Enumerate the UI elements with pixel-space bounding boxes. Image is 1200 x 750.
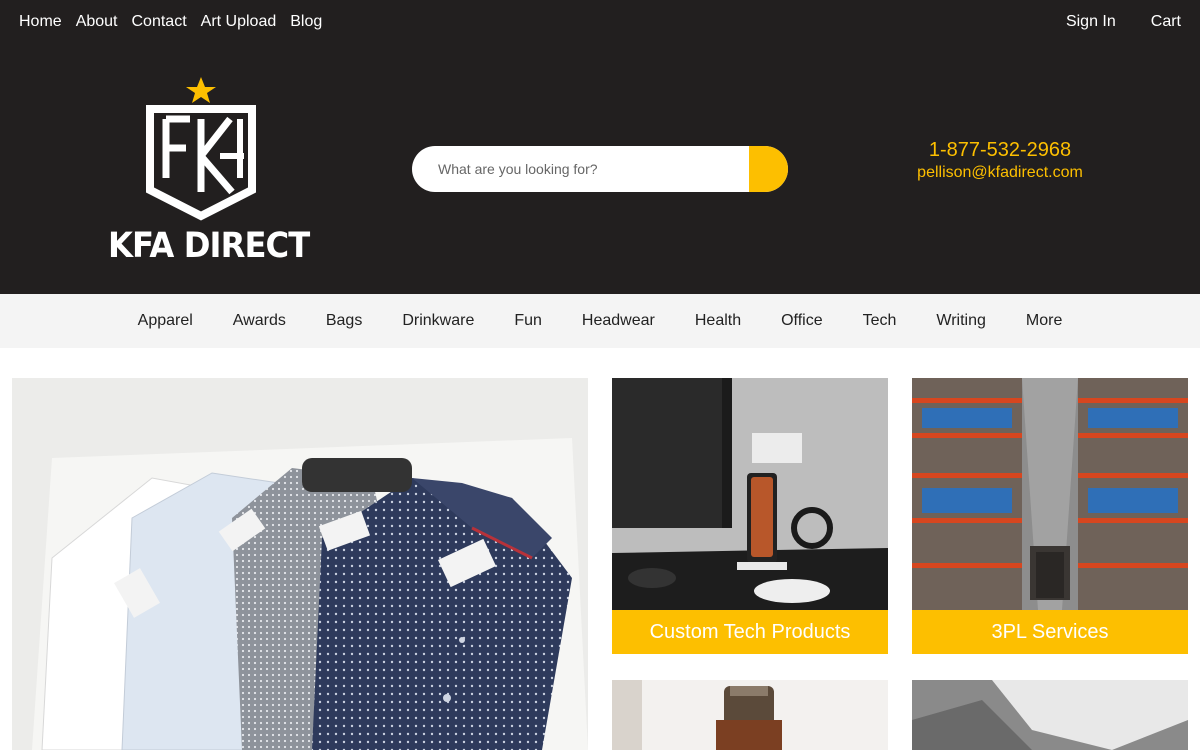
category-office[interactable]: Office (781, 312, 823, 330)
category-headwear[interactable]: Headwear (582, 312, 655, 330)
tech-desk-photo (612, 378, 888, 610)
tile-office[interactable] (912, 680, 1188, 750)
folded-shirts-illustration (12, 378, 588, 750)
nav-art-upload-link[interactable]: Art Upload (201, 12, 277, 32)
search-button[interactable] (749, 146, 788, 192)
category-writing[interactable]: Writing (936, 312, 986, 330)
search-input[interactable] (412, 146, 749, 192)
logo-star-icon (186, 77, 216, 103)
contact-info: 1-877-532-2968 pellison@kfadirect.com (900, 138, 1100, 184)
category-tech[interactable]: Tech (863, 312, 897, 330)
warehouse-photo (912, 378, 1188, 610)
account-links: Sign In Cart (1066, 12, 1181, 32)
bottle-photo (612, 680, 888, 750)
nav-blog-link[interactable]: Blog (290, 12, 322, 32)
cart-link[interactable]: Cart (1151, 12, 1181, 32)
phone-number[interactable]: 1-877-532-2968 (900, 138, 1100, 162)
tile-3pl-services[interactable]: 3PL Services (912, 378, 1188, 654)
nav-about-link[interactable]: About (76, 12, 118, 32)
category-health[interactable]: Health (695, 312, 741, 330)
category-drinkware[interactable]: Drinkware (402, 312, 474, 330)
category-awards[interactable]: Awards (233, 312, 286, 330)
tile-label-custom-tech: Custom Tech Products (612, 610, 888, 654)
tile-drinkware[interactable] (612, 680, 888, 750)
email-address[interactable]: pellison@kfadirect.com (900, 162, 1100, 184)
category-apparel[interactable]: Apparel (138, 312, 193, 330)
hero-apparel-image[interactable] (12, 378, 588, 750)
category-nav: Apparel Awards Bags Drinkware Fun Headwe… (0, 294, 1200, 348)
sign-in-link[interactable]: Sign In (1066, 12, 1116, 32)
tile-label-3pl: 3PL Services (912, 610, 1188, 654)
tile-custom-tech[interactable]: Custom Tech Products (612, 378, 888, 654)
top-nav: Home About Contact Art Upload Blog (19, 12, 322, 32)
paper-photo (912, 680, 1188, 750)
brand-wordmark: KFA DIRECT (108, 226, 310, 266)
category-fun[interactable]: Fun (514, 312, 542, 330)
nav-contact-link[interactable]: Contact (132, 12, 187, 32)
category-more[interactable]: More (1026, 312, 1062, 330)
category-bags[interactable]: Bags (326, 312, 362, 330)
site-header: Home About Contact Art Upload Blog Sign … (0, 0, 1200, 294)
search-bar (412, 146, 788, 192)
nav-home-link[interactable]: Home (19, 12, 62, 32)
